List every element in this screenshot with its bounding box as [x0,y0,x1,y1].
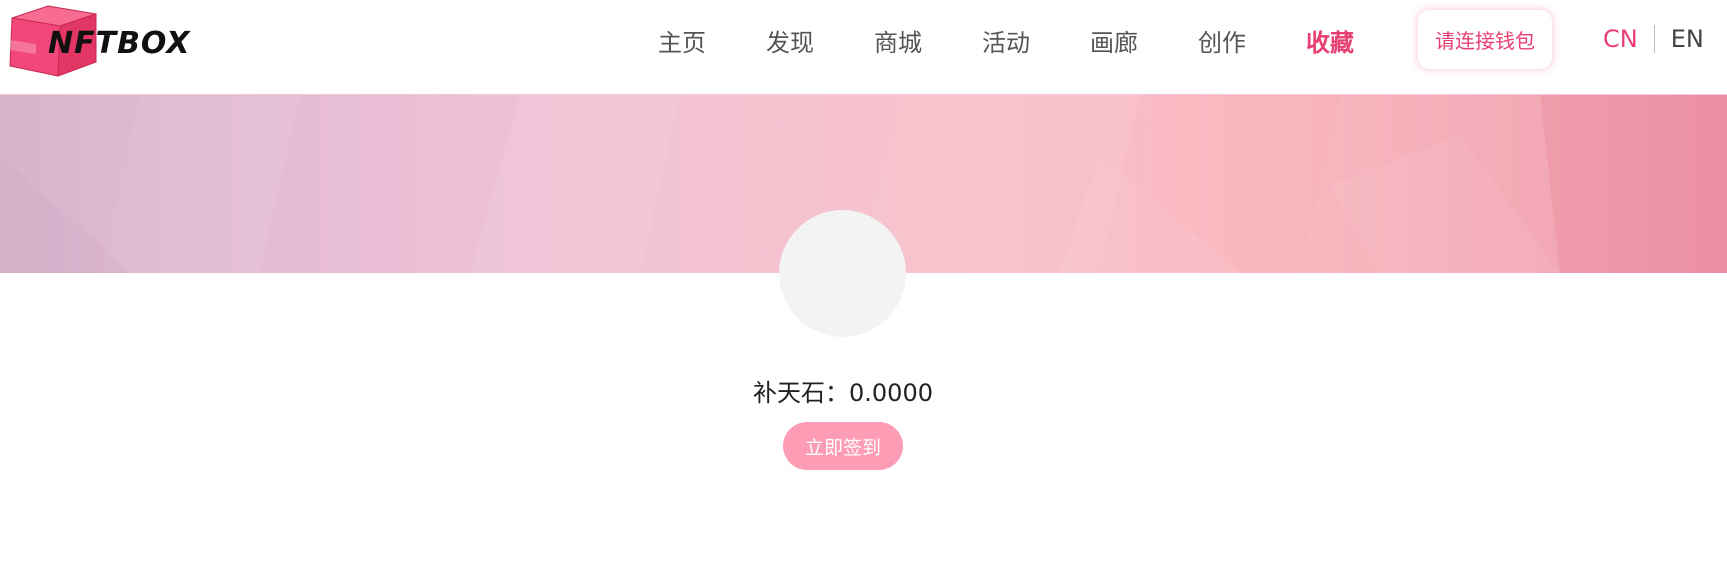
nftbox-logo[interactable]: NFTBOX [8,4,194,80]
nav-item-events[interactable]: 活动 [952,23,1060,58]
stone-balance: 补天石：0.0000 [643,373,1043,408]
language-switcher: CN EN [1603,22,1704,56]
logo-text: NFTBOX [48,26,191,61]
nav-item-collection[interactable]: 收藏 [1276,23,1384,58]
balance-label: 补天石： [753,379,849,407]
nav-item-create[interactable]: 创作 [1168,23,1276,58]
lang-divider [1653,25,1655,53]
nav-item-mall[interactable]: 商城 [844,23,952,58]
top-navbar: NFTBOX 主页 发现 商城 活动 画廊 创作 收藏 请连接钱包 CN EN [0,0,1727,95]
main-nav: 主页 发现 商城 活动 画廊 创作 收藏 [628,0,1384,80]
nav-item-home[interactable]: 主页 [628,23,736,58]
avatar[interactable] [779,210,906,337]
nav-item-discover[interactable]: 发现 [736,23,844,58]
daily-signin-button[interactable]: 立即签到 [783,422,903,470]
nav-item-gallery[interactable]: 画廊 [1060,23,1168,58]
connect-wallet-button[interactable]: 请连接钱包 [1417,9,1553,70]
lang-cn-option[interactable]: CN [1603,25,1638,53]
balance-value: 0.0000 [849,379,933,407]
lang-en-option[interactable]: EN [1671,25,1704,53]
